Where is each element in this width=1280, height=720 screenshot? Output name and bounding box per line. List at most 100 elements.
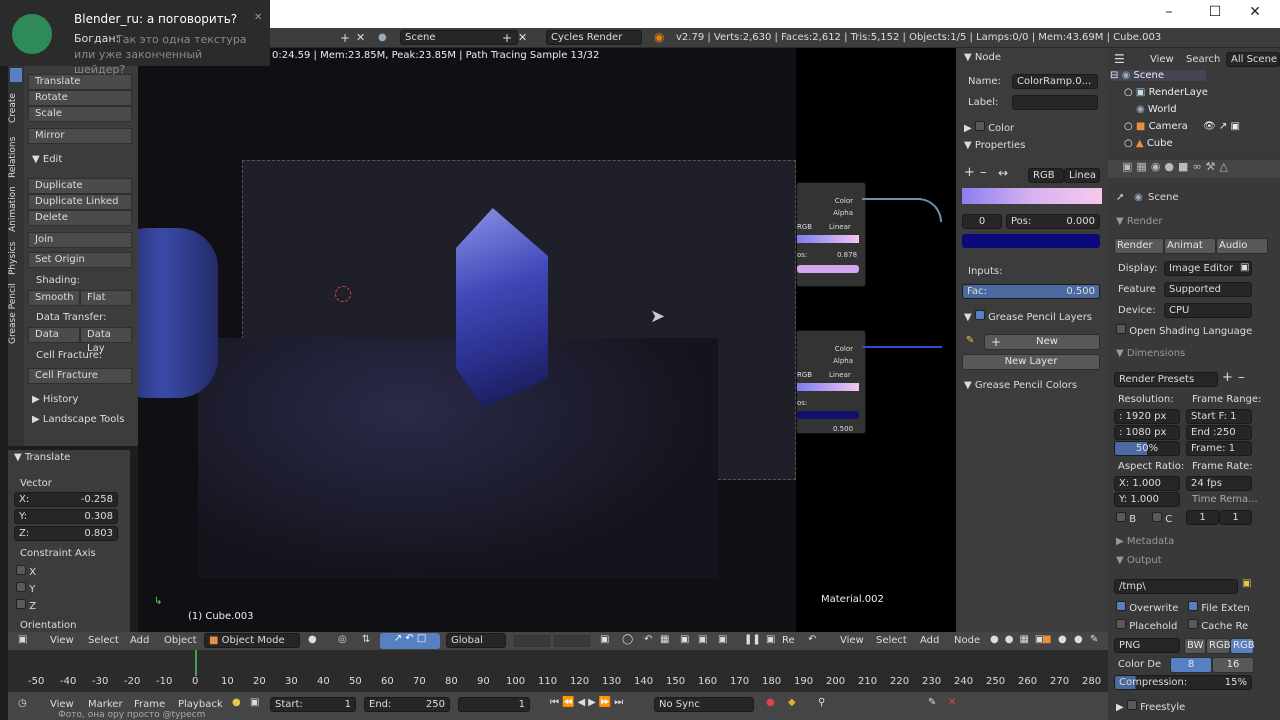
constraint-z-checkbox[interactable] — [16, 599, 26, 609]
constraint-x[interactable]: X — [16, 565, 36, 578]
time-remap-old[interactable]: 1 — [1186, 510, 1219, 525]
ramp-gradient[interactable] — [797, 235, 859, 243]
placeholders-toggle[interactable]: Placehold — [1116, 619, 1177, 632]
record-icon[interactable]: ● — [766, 697, 775, 708]
time-remap-new[interactable]: 1 — [1219, 510, 1252, 525]
overwrite-toggle[interactable]: Overwrite — [1116, 601, 1178, 614]
layer-buttons-2[interactable] — [554, 635, 590, 647]
node-menu[interactable]: Node — [954, 635, 980, 646]
freestyle-checkbox[interactable] — [1126, 700, 1137, 710]
object-menu[interactable]: Object — [164, 635, 197, 646]
metadata-header[interactable]: ▶ Metadata — [1116, 536, 1174, 547]
add-stop-icon[interactable]: + — [964, 165, 975, 180]
freestyle-header[interactable]: ▶ Freestyle — [1116, 700, 1185, 713]
3d-viewport[interactable]: 0:24.59 | Mem:23.85M, Peak:23.85M | Path… — [138, 48, 796, 632]
tree-renderlayers[interactable]: ○ ▣ RenderLaye — [1124, 87, 1208, 98]
output-path-field[interactable]: /tmp\ — [1114, 579, 1238, 594]
cache-checkbox[interactable] — [1188, 619, 1198, 629]
border-checkbox[interactable] — [1116, 512, 1126, 522]
remove-preset-icon[interactable]: – — [1238, 370, 1245, 385]
insert-keyframe-icon[interactable]: ⚲ — [818, 697, 825, 708]
placeholders-checkbox[interactable] — [1116, 619, 1126, 629]
feature-set-select[interactable]: Supported — [1164, 282, 1252, 297]
fps-select[interactable]: 24 fps — [1186, 476, 1252, 491]
keying-icon[interactable]: ● — [232, 697, 241, 708]
undo-history-icon[interactable]: ↶ — [808, 634, 816, 645]
playback-menu[interactable]: Playback — [178, 699, 223, 710]
remove-scene-icon-2[interactable]: ✕ — [518, 31, 527, 44]
display-select[interactable]: Image Editor — [1164, 261, 1252, 276]
add-scene-icon[interactable]: + — [340, 31, 350, 45]
scene-tab-icon[interactable]: ◉ — [1151, 160, 1165, 173]
chat-notification[interactable]: Blender_ru: а поговорить? ✕ Богдан: Так … — [0, 0, 270, 76]
outliner-view-menu[interactable]: View — [1150, 54, 1174, 65]
constraint-z[interactable]: Z — [16, 599, 36, 612]
properties-header[interactable]: ▼ Properties — [964, 140, 1025, 151]
new-gp-button[interactable]: + New — [984, 334, 1100, 350]
tree-cube[interactable]: ○ ▲ Cube — [1124, 138, 1173, 152]
display-mode-select[interactable]: All Scene — [1226, 52, 1280, 67]
data-layout-button[interactable]: Data Lay — [80, 327, 132, 354]
render-animation-button[interactable]: Animat — [1164, 238, 1216, 254]
notification-close-icon[interactable]: ✕ — [254, 12, 262, 23]
depth-8-button[interactable]: 8 — [1170, 657, 1212, 673]
audio-button[interactable]: Audio — [1216, 238, 1268, 254]
duplicate-linked-button[interactable]: Duplicate Linked — [28, 194, 132, 210]
shading-icon[interactable]: ● — [308, 634, 317, 645]
editor-type-icon[interactable]: ▣ — [18, 634, 27, 645]
constraint-y-checkbox[interactable] — [16, 582, 26, 592]
rgb-mode[interactable]: RGB — [797, 223, 812, 231]
view-menu[interactable]: View — [50, 635, 74, 646]
ramp-color-swatch[interactable] — [797, 265, 859, 273]
brush-icon[interactable]: ✎ — [1090, 634, 1098, 645]
sync-mode-select[interactable]: No Sync — [654, 697, 754, 712]
timeline-view-menu[interactable]: View — [50, 699, 74, 710]
vector-y-field[interactable]: Y: 0.308 — [14, 509, 118, 524]
compression-slider[interactable]: Compression: 15% — [1114, 675, 1252, 690]
device-select[interactable]: CPU — [1164, 303, 1252, 318]
lock-range-icon[interactable]: ▣ — [250, 697, 259, 708]
opengl-render-icon[interactable]: ▣ — [698, 634, 707, 645]
pause-icon[interactable]: ❚❚ — [744, 634, 761, 645]
flip-ramp-icon[interactable]: ↔ — [998, 166, 1008, 180]
duplicate-button[interactable]: Duplicate — [28, 178, 132, 194]
add-scene-icon-2[interactable]: + — [502, 31, 512, 45]
overwrite-checkbox[interactable] — [1116, 601, 1126, 611]
lock-camera-icon[interactable]: ▣ — [600, 634, 609, 645]
osl-checkbox[interactable] — [1116, 324, 1126, 334]
frame-step-field[interactable]: Frame: 1 — [1186, 441, 1252, 456]
manipulator-icon[interactable]: ⇅ — [362, 634, 370, 645]
dimensions-header[interactable]: ▼ Dimensions — [1116, 348, 1185, 359]
object-tab-icon[interactable]: ■ — [1178, 160, 1192, 173]
rgba-button[interactable]: RGB — [1230, 638, 1255, 654]
layer-buttons-1[interactable] — [514, 635, 550, 647]
delete-keyframe-icon[interactable]: ✕ — [948, 697, 956, 708]
world-shader-icon[interactable]: ● — [1058, 634, 1067, 645]
folder-icon[interactable]: ▣ — [1242, 578, 1251, 589]
delete-button[interactable]: Delete — [28, 210, 132, 226]
ramp-color-swatch-2[interactable] — [797, 411, 859, 419]
osl-toggle[interactable]: Open Shading Language — [1116, 324, 1252, 337]
interpolation-select[interactable]: Linea — [1064, 168, 1100, 183]
gp-colors-header[interactable]: ▼ Grease Pencil Colors — [964, 380, 1077, 391]
object-shader-icon[interactable]: ■ — [1042, 634, 1051, 645]
tab-tools[interactable] — [10, 68, 22, 82]
outliner-search-menu[interactable]: Search — [1186, 54, 1220, 65]
edit-panel-header[interactable]: ▼ Edit — [32, 154, 62, 165]
smooth-button[interactable]: Smooth — [28, 290, 80, 306]
history-panel-header[interactable]: ▶ History — [32, 394, 78, 405]
proportional-icon[interactable]: ◯ — [622, 634, 633, 645]
border-toggle[interactable]: B — [1116, 512, 1136, 525]
line-style-icon[interactable]: ● — [1074, 634, 1083, 645]
set-origin-button[interactable]: Set Origin — [28, 252, 132, 268]
tab-grease-pencil[interactable]: Grease Pencil — [8, 282, 24, 346]
render-preview-icon[interactable]: ▣ — [680, 634, 689, 645]
gp-layers-checkbox[interactable] — [974, 310, 985, 320]
playback-controls[interactable]: ⏮⏪◀▶⏩⏭ — [550, 697, 626, 708]
render-panel-header[interactable]: ▼ Render — [1116, 216, 1162, 227]
interp-mode[interactable]: Linear — [829, 223, 851, 231]
timeline[interactable]: -50 -40 -30 -20 -10 0 10 20 30 40 50 60 … — [8, 650, 1108, 692]
pivot-icon[interactable]: ◎ — [338, 634, 347, 645]
current-frame-field[interactable]: 1 — [458, 697, 530, 712]
tab-relations[interactable]: Relations — [8, 132, 24, 182]
